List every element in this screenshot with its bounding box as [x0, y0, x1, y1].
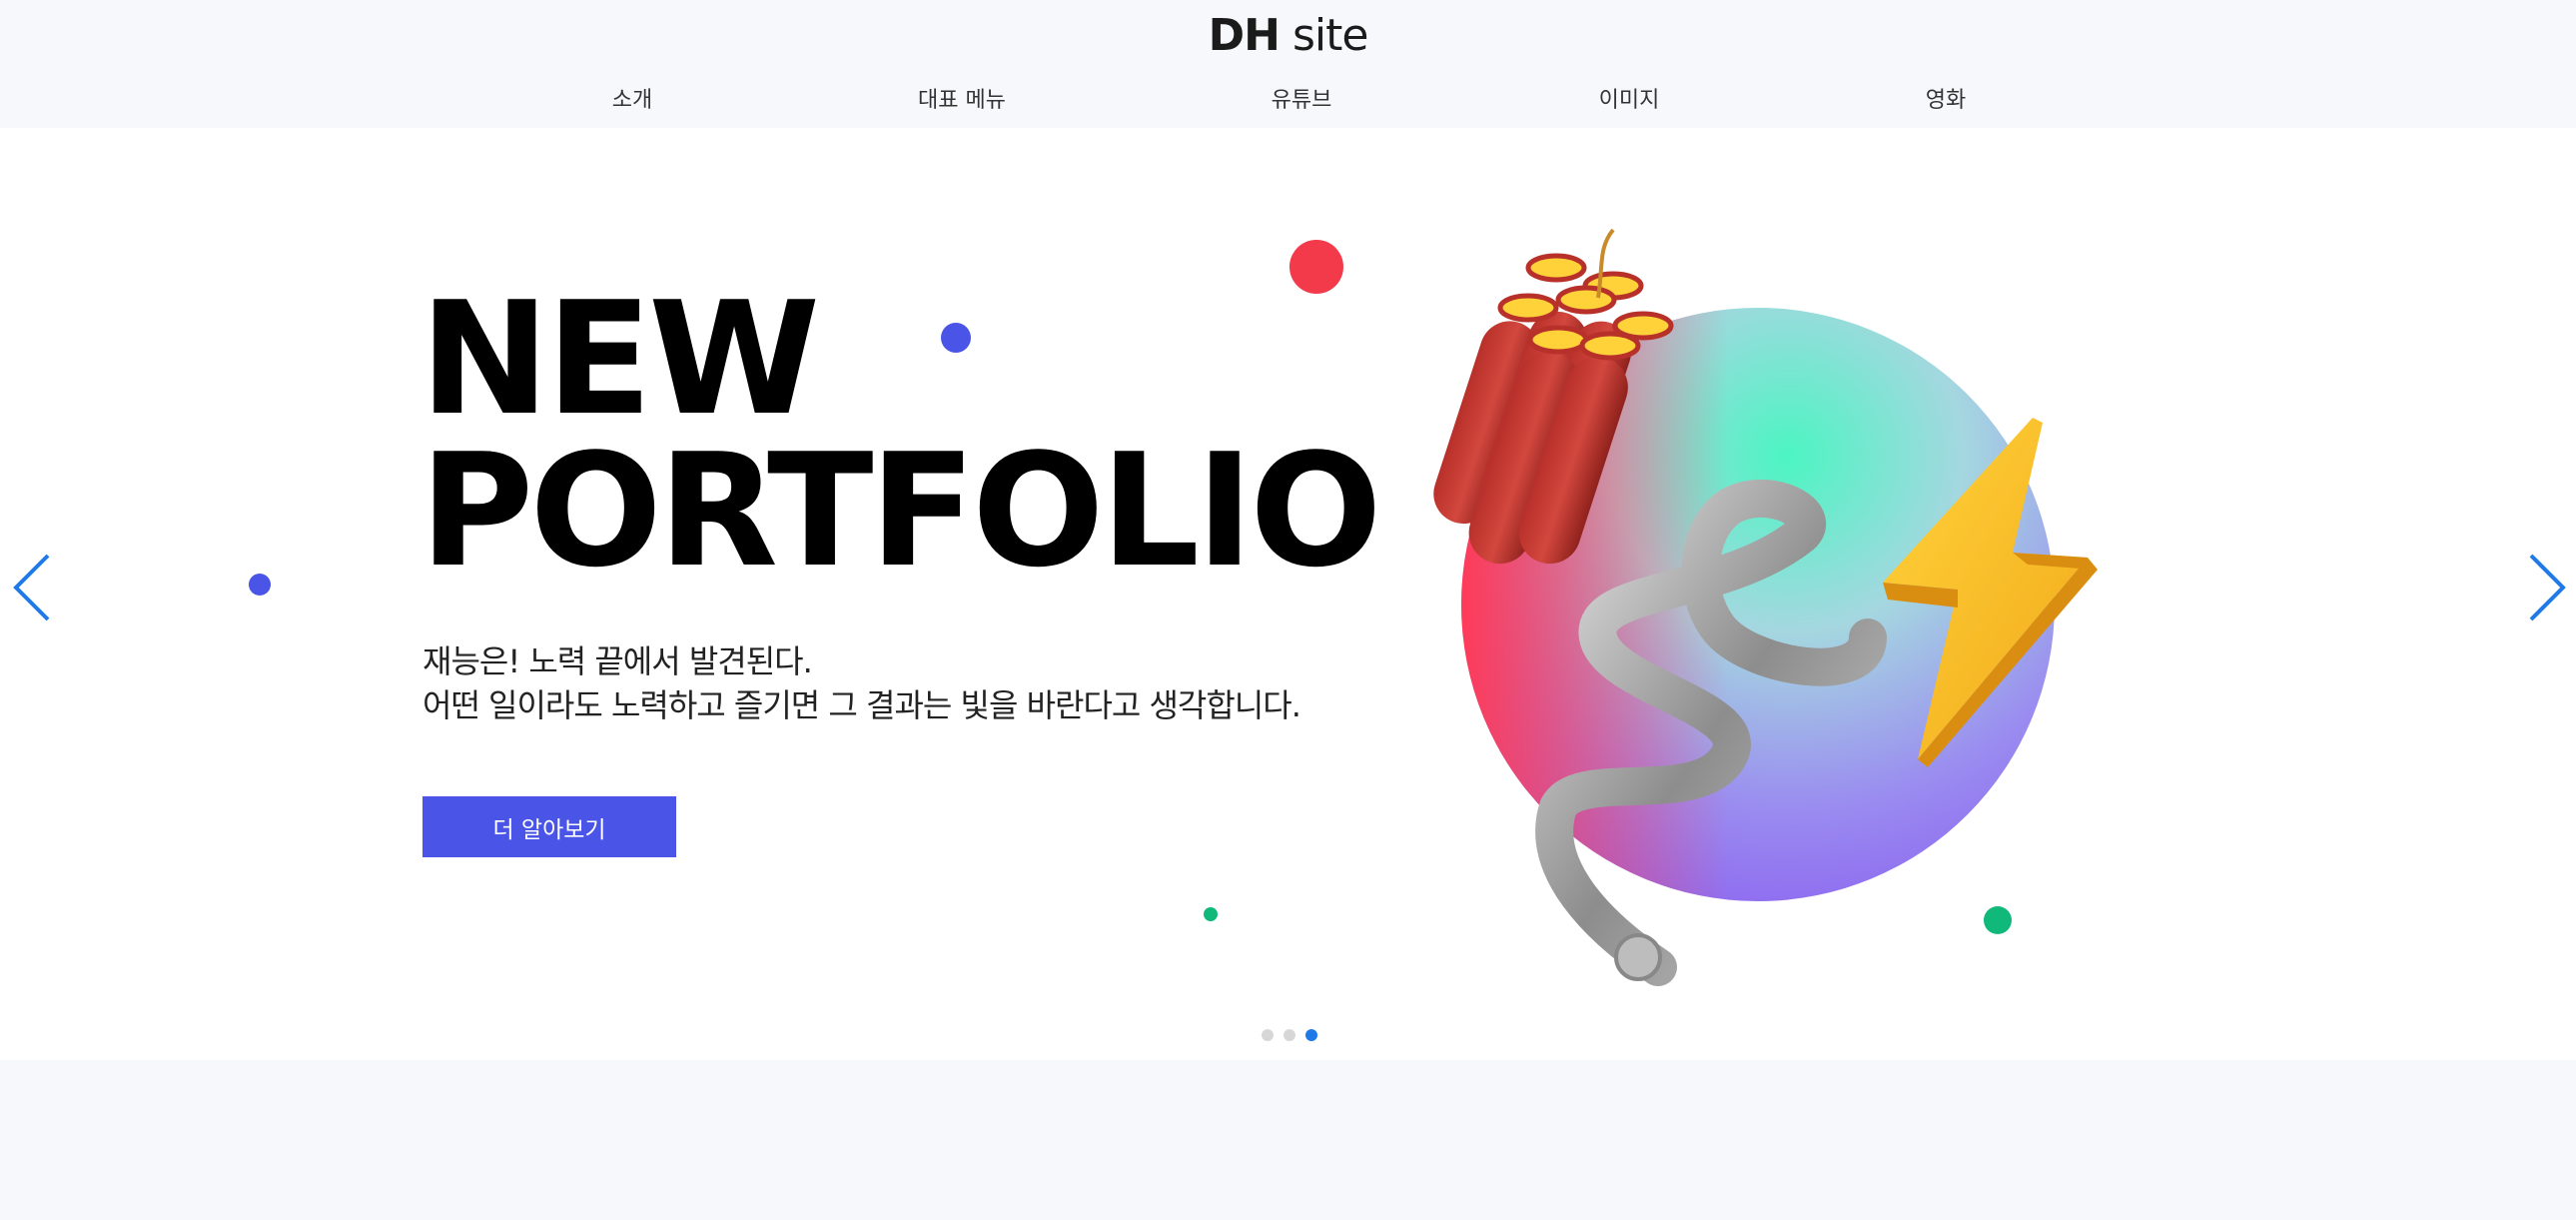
chevron-left-icon — [13, 554, 50, 621]
hero-illustration — [1433, 228, 2098, 986]
nav-item-image[interactable]: 이미지 — [1599, 82, 1660, 114]
decor-dot-blue-left — [249, 574, 271, 596]
hero-headline: NEW PORTFOLIO — [420, 268, 1382, 602]
chevron-right-icon — [2529, 554, 2566, 621]
prev-slide-button[interactable] — [12, 553, 52, 622]
learn-more-button[interactable]: 더 알아보기 — [423, 796, 676, 857]
desc-line-2: 어떤 일이라도 노력하고 즐기면 그 결과는 빛을 바란다고 생각합니다. — [423, 686, 1301, 724]
hero-slider: NEW PORTFOLIO 재능은! 노력 끝에서 발견된다. 어떤 일이라도 … — [0, 128, 2576, 1060]
desc-line-1: 재능은! 노력 끝에서 발견된다. — [423, 642, 813, 680]
nav-item-intro[interactable]: 소개 — [612, 82, 652, 114]
logo-text: site — [1291, 10, 1368, 61]
pagination-dot-3[interactable] — [1305, 1029, 1317, 1041]
decor-dot-green-small — [1204, 907, 1218, 921]
headline-line-2: PORTFOLIO — [420, 420, 1382, 602]
logo-bold: DH — [1208, 10, 1281, 61]
page-bottom-area — [0, 1060, 2576, 1220]
hero-description: 재능은! 노력 끝에서 발견된다. 어떤 일이라도 노력하고 즐기면 그 결과는… — [423, 639, 1301, 727]
site-header: DH site 소개 대표 메뉴 유튜브 이미지 영화 — [0, 0, 2576, 128]
pagination-dot-2[interactable] — [1284, 1029, 1295, 1041]
site-logo[interactable]: DH site — [0, 10, 2576, 61]
headline-line-1: NEW — [420, 268, 820, 450]
next-slide-button[interactable] — [2527, 553, 2567, 622]
nav-item-movie[interactable]: 영화 — [1926, 82, 1966, 114]
nav-item-menu[interactable]: 대표 메뉴 — [918, 82, 1006, 114]
nav-item-youtube[interactable]: 유튜브 — [1272, 82, 1332, 114]
pagination-dot-1[interactable] — [1262, 1029, 1274, 1041]
